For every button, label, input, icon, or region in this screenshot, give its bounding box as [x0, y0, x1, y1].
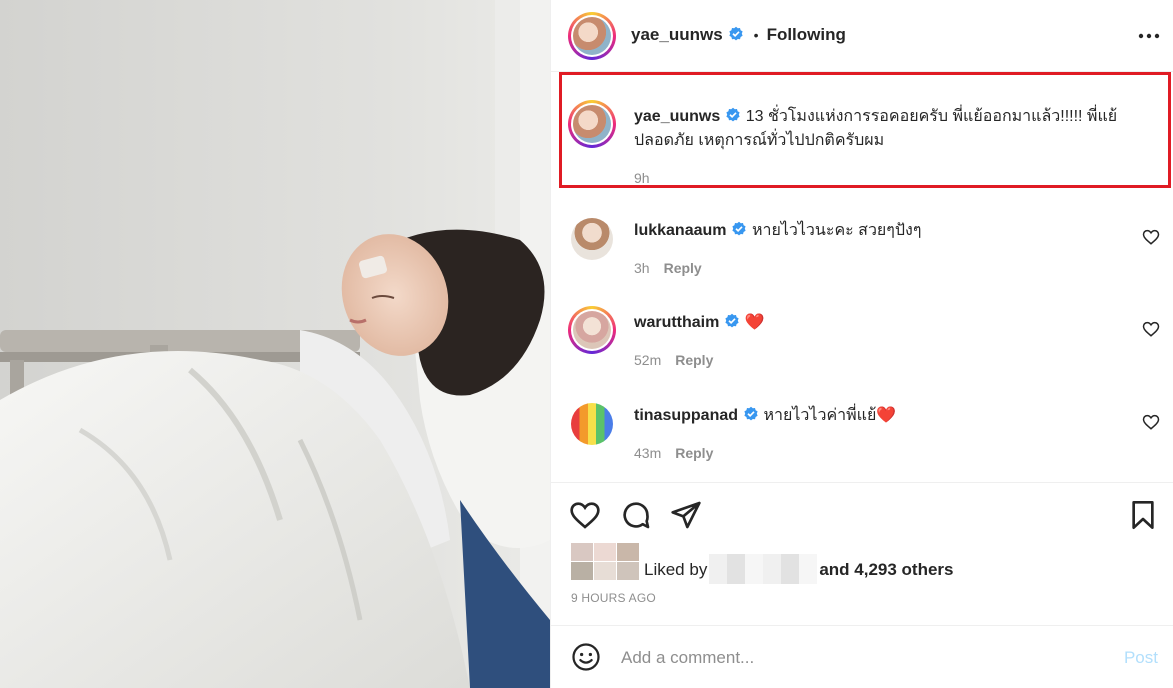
- likes-summary: Liked by and 4,293 others: [644, 554, 954, 584]
- comment-text: หายไวไวค่าพี่แย้❤️: [763, 407, 897, 424]
- comment-item: warutthaim ❤️ 52m Reply: [551, 306, 1173, 398]
- comment-icon[interactable]: [620, 499, 652, 531]
- blurred-username[interactable]: [709, 554, 818, 584]
- comment-item: lukkanaaum หายไวไวนะคะ สวยๆปังๆ 3h Reply: [551, 216, 1173, 306]
- verified-badge-icon: [732, 221, 747, 236]
- heart-icon[interactable]: [1142, 413, 1160, 431]
- add-comment-input[interactable]: [621, 645, 1091, 671]
- comment-author[interactable]: warutthaim: [634, 314, 719, 331]
- share-icon[interactable]: [670, 499, 702, 531]
- reply-button[interactable]: Reply: [675, 352, 713, 368]
- comment-body: warutthaim ❤️: [634, 311, 765, 335]
- post-header: yae_uunws • Following: [551, 0, 1173, 72]
- liked-by-prefix: Liked by: [644, 560, 708, 579]
- author-avatar[interactable]: [568, 12, 616, 60]
- caption: yae_uunws 13 ชั่วโมงแห่งการรอคอยครับ พี่…: [634, 105, 1144, 153]
- heart-icon[interactable]: [569, 499, 601, 531]
- comment-text: หายไวไวนะคะ สวยๆปังๆ: [751, 222, 922, 239]
- caption-author[interactable]: yae_uunws: [634, 108, 720, 125]
- comment-meta: 43m Reply: [634, 445, 713, 461]
- comment-meta: 52m Reply: [634, 352, 713, 368]
- commenter-avatar[interactable]: [571, 218, 613, 260]
- post-actions: Liked by and 4,293 others 9 HOURS AGO: [551, 482, 1173, 626]
- verified-badge-icon: [744, 406, 758, 421]
- comment-author[interactable]: lukkanaaum: [634, 222, 726, 239]
- heart-icon[interactable]: [1142, 320, 1160, 338]
- post-photo: [0, 0, 550, 688]
- verified-badge-icon: [725, 313, 739, 328]
- emoji-icon[interactable]: [571, 642, 601, 672]
- likes-count[interactable]: and 4,293 others: [819, 560, 953, 579]
- comment-author[interactable]: tinasuppanad: [634, 407, 738, 424]
- comment-time: 43m: [634, 445, 662, 461]
- bookmark-icon[interactable]: [1127, 499, 1159, 531]
- comment-time: 3h: [634, 260, 650, 276]
- post-timestamp: 9 HOURS AGO: [571, 591, 656, 605]
- comment-text: ❤️: [744, 314, 765, 331]
- comment-item: tinasuppanad หายไวไวค่าพี่แย้❤️ 43m Reply: [551, 401, 1173, 491]
- separator-dot: •: [753, 27, 759, 43]
- verified-badge-icon: [726, 107, 740, 122]
- commenter-avatar[interactable]: [568, 306, 616, 354]
- more-options-icon[interactable]: [1138, 26, 1160, 46]
- liked-by-avatars[interactable]: [571, 543, 639, 580]
- following-button[interactable]: Following: [767, 25, 846, 44]
- add-comment-bar: Post: [551, 625, 1173, 688]
- header-author-line: yae_uunws • Following: [631, 25, 846, 45]
- post-detail-panel: yae_uunws • Following yae_uunws 13 ชั่วโมง…: [550, 0, 1173, 688]
- verified-badge-icon: [729, 26, 743, 41]
- heart-icon[interactable]: [1142, 228, 1160, 246]
- caption-avatar[interactable]: [568, 100, 616, 148]
- reply-button[interactable]: Reply: [675, 445, 713, 461]
- post-photo-image: [0, 0, 550, 688]
- comment-body: lukkanaaum หายไวไวนะคะ สวยๆปังๆ: [634, 219, 921, 243]
- comment-meta: 3h Reply: [634, 260, 702, 276]
- reply-button[interactable]: Reply: [664, 260, 702, 276]
- comment-time: 52m: [634, 352, 662, 368]
- caption-time: 9h: [634, 170, 650, 186]
- post-comment-button[interactable]: Post: [1124, 648, 1158, 668]
- commenter-avatar[interactable]: [571, 403, 613, 445]
- comment-body: tinasuppanad หายไวไวค่าพี่แย้❤️: [634, 404, 896, 428]
- author-username[interactable]: yae_uunws: [631, 25, 723, 44]
